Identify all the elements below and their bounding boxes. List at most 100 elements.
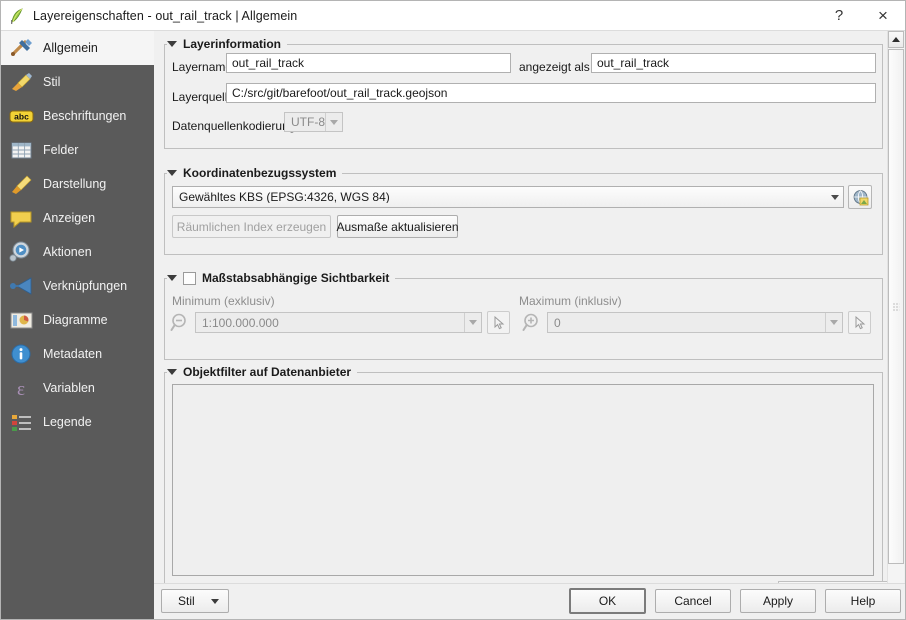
cancel-button[interactable]: Cancel <box>655 589 731 613</box>
sidebar-item-label: Variablen <box>43 380 95 395</box>
sidebar-item-aktionen[interactable]: Aktionen <box>1 235 154 269</box>
zoom-out-icon <box>170 312 192 334</box>
sidebar-item-legende[interactable]: Legende <box>1 405 154 439</box>
crs-select[interactable]: Gewähltes KBS (EPSG:4326, WGS 84) <box>172 186 844 208</box>
cursor-pick-icon <box>492 315 506 330</box>
dialog-button-bar: Stil OK Cancel Apply Help <box>154 584 905 619</box>
sidebar-item-label: Allgemein <box>43 40 98 55</box>
sidebar: Allgemein Stil abc Beschriftungen Felder… <box>1 31 154 619</box>
style-menu-button[interactable]: Stil <box>161 589 229 613</box>
sidebar-item-diagramme[interactable]: Diagramme <box>1 303 154 337</box>
sidebar-item-felder[interactable]: Felder <box>1 133 154 167</box>
style-button-label: Stil <box>178 594 195 608</box>
sidebar-item-label: Anzeigen <box>43 210 96 225</box>
sidebar-item-label: Felder <box>43 142 79 157</box>
chart-picture-icon <box>9 308 35 332</box>
scrollbar-grip <box>892 302 900 311</box>
displayed-as-label: angezeigt als <box>519 60 590 74</box>
apply-button[interactable]: Apply <box>740 589 816 613</box>
abc-label-icon: abc <box>9 104 35 128</box>
window-title: Layereigenschaften - out_rail_track | Al… <box>33 8 298 23</box>
help-button[interactable]: Help <box>825 589 901 613</box>
svg-text:abc: abc <box>14 112 29 122</box>
provider-filter-textarea[interactable] <box>172 384 874 576</box>
minimum-scale-select[interactable]: 1:100.000.000 <box>195 312 482 333</box>
chevron-down-icon <box>826 187 843 207</box>
sidebar-item-label: Legende <box>43 414 92 429</box>
maximum-scale-value: 0 <box>554 316 561 329</box>
encoding-label: Datenquellenkodierung <box>172 119 296 133</box>
ok-button[interactable]: OK <box>569 588 646 614</box>
crs-globe-icon <box>852 189 869 206</box>
sidebar-item-label: Stil <box>43 74 61 89</box>
scale-visibility-checkbox[interactable] <box>183 271 196 285</box>
group-title: Maßstabsabhängige Sichtbarkeit <box>202 271 390 285</box>
sidebar-item-anzeigen[interactable]: Anzeigen <box>1 201 154 235</box>
zoom-in-icon <box>522 312 544 334</box>
collapse-arrow-icon[interactable] <box>167 170 177 176</box>
collapse-arrow-icon[interactable] <box>167 369 177 375</box>
svg-text:ε: ε <box>17 379 25 400</box>
encoding-select[interactable]: UTF-8 <box>284 112 343 132</box>
epsilon-icon: ε <box>9 376 35 400</box>
layername-input[interactable]: out_rail_track <box>226 53 511 73</box>
legend-list-icon <box>9 410 35 434</box>
sidebar-item-beschriftungen[interactable]: abc Beschriftungen <box>1 99 154 133</box>
cursor-pick-icon <box>853 315 867 330</box>
chevron-down-icon <box>211 598 219 604</box>
vertical-scrollbar[interactable] <box>887 31 904 619</box>
help-titlebar-button[interactable]: ? <box>817 1 861 30</box>
crs-value: Gewähltes KBS (EPSG:4326, WGS 84) <box>179 191 390 203</box>
sidebar-item-label: Metadaten <box>43 346 103 361</box>
sidebar-item-label: Aktionen <box>43 244 92 259</box>
minimum-scale-value: 1:100.000.000 <box>202 316 279 329</box>
minimum-scale-label: Minimum (exklusiv) <box>172 294 275 308</box>
triangle-up-icon <box>892 37 900 42</box>
hammer-wrench-icon <box>9 36 35 60</box>
qgis-logo-icon <box>8 7 26 25</box>
close-icon[interactable]: × <box>861 1 905 30</box>
crs-picker-button[interactable] <box>848 185 872 209</box>
collapse-arrow-icon[interactable] <box>167 275 177 281</box>
sidebar-item-variablen[interactable]: ε Variablen <box>1 371 154 405</box>
sidebar-item-metadaten[interactable]: Metadaten <box>1 337 154 371</box>
join-arrow-icon <box>9 274 35 298</box>
table-grid-icon <box>9 138 35 162</box>
sidebar-item-stil[interactable]: Stil <box>1 65 154 99</box>
sidebar-item-verknuepfungen[interactable]: Verknüpfungen <box>1 269 154 303</box>
scrollbar-thumb[interactable] <box>888 49 904 564</box>
layersource-input[interactable]: C:/src/git/barefoot/out_rail_track.geojs… <box>226 83 876 103</box>
encoding-value: UTF-8 <box>291 116 325 128</box>
sidebar-item-label: Diagramme <box>43 312 108 327</box>
create-spatial-index-button[interactable]: Räumlichen Index erzeugen <box>172 215 331 238</box>
maximum-scale-label: Maximum (inklusiv) <box>519 294 622 308</box>
displayed-as-input[interactable]: out_rail_track <box>591 53 876 73</box>
chevron-down-icon <box>325 113 342 131</box>
collapse-arrow-icon[interactable] <box>167 41 177 47</box>
layersource-label: Layerquelle <box>172 90 235 104</box>
group-title: Objektfilter auf Datenanbieter <box>183 365 352 379</box>
titlebar: Layereigenschaften - out_rail_track | Al… <box>1 1 905 31</box>
layer-properties-dialog: Layereigenschaften - out_rail_track | Al… <box>0 0 906 620</box>
chevron-down-icon <box>464 313 481 332</box>
group-title: Koordinatenbezugssystem <box>183 166 337 180</box>
update-extents-button[interactable]: Ausmaße aktualisieren <box>336 215 459 238</box>
sidebar-item-allgemein[interactable]: Allgemein <box>1 31 154 65</box>
minimum-pick-from-canvas-button[interactable] <box>487 311 510 334</box>
maximum-pick-from-canvas-button[interactable] <box>848 311 871 334</box>
properties-scroll-area: Layerinformation Layername out_rail_trac… <box>154 31 890 586</box>
sidebar-item-darstellung[interactable]: Darstellung <box>1 167 154 201</box>
speech-bubble-icon <box>9 206 35 230</box>
sidebar-item-label: Beschriftungen <box>43 108 127 123</box>
scale-visibility-header[interactable]: Maßstabsabhängige Sichtbarkeit <box>167 270 396 286</box>
sidebar-item-label: Darstellung <box>43 176 107 191</box>
group-title: Layerinformation <box>183 37 282 51</box>
maximum-scale-select[interactable]: 0 <box>547 312 843 333</box>
info-circle-icon <box>9 342 35 366</box>
scroll-up-button[interactable] <box>888 31 904 48</box>
brush-render-icon <box>9 172 35 196</box>
layer-information-header[interactable]: Layerinformation <box>167 36 288 52</box>
crs-header[interactable]: Koordinatenbezugssystem <box>167 165 343 181</box>
provider-filter-header[interactable]: Objektfilter auf Datenanbieter <box>167 364 358 380</box>
layername-label: Layername <box>172 60 233 74</box>
